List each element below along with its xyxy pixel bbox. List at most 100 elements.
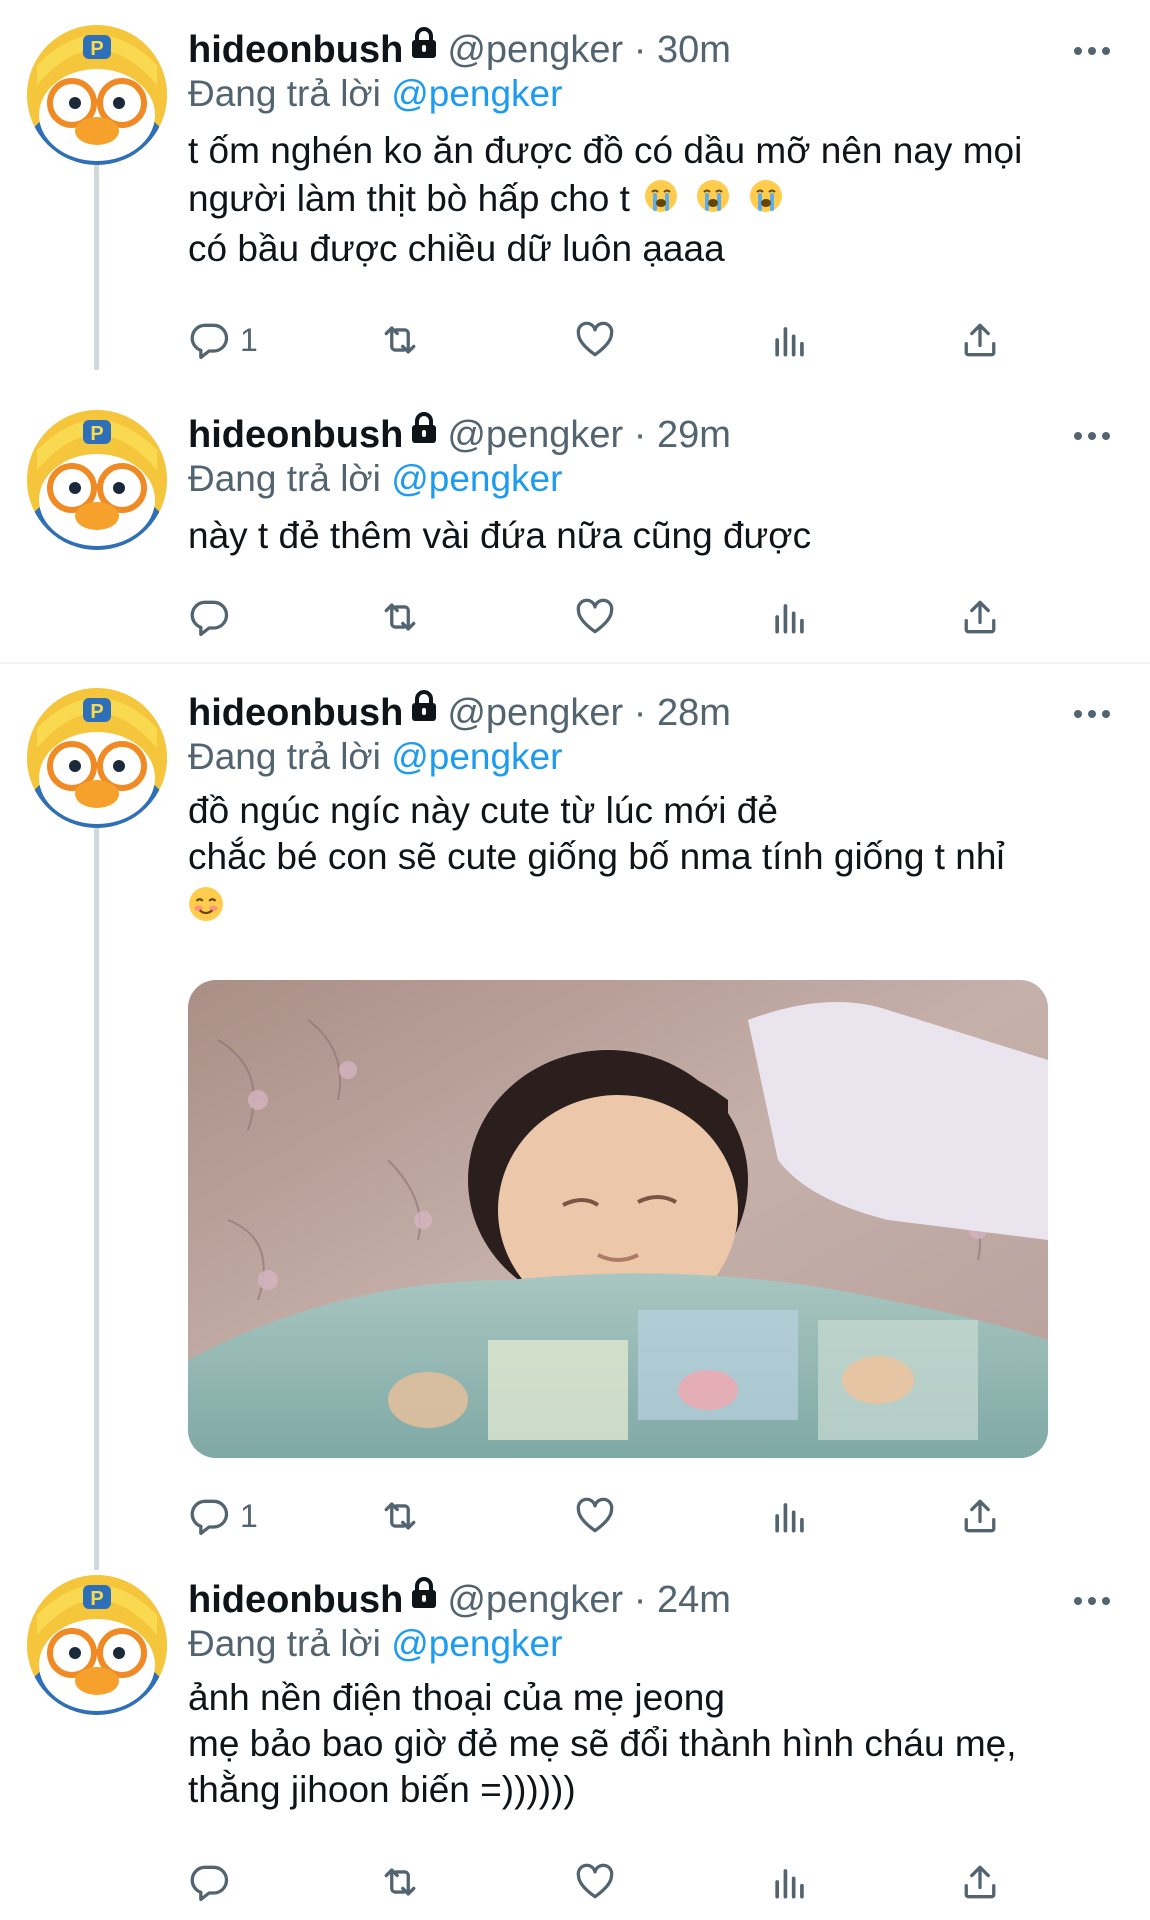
avatar[interactable] (27, 25, 167, 165)
tweet-time[interactable]: 24m (657, 1579, 731, 1621)
display-name[interactable]: hideonbush (188, 29, 403, 71)
user-handle[interactable]: @pengker (447, 692, 623, 734)
tweet-text-line: ảnh nền điện thoại của mẹ jeong (188, 1677, 725, 1718)
reply-icon (188, 318, 232, 362)
retweet-icon (378, 1494, 422, 1538)
separator-dot: · (633, 692, 647, 734)
more-icon[interactable] (1074, 25, 1114, 75)
tweet-photo[interactable] (188, 980, 1048, 1458)
like-button[interactable] (573, 592, 617, 642)
user-handle[interactable]: @pengker (447, 414, 623, 456)
share-icon (958, 1494, 1002, 1538)
separator-dot: · (633, 29, 647, 71)
replying-to: Đang trả lời @pengker (188, 1619, 562, 1669)
retweet-button[interactable] (378, 1491, 422, 1541)
tweet-header: hideonbush @pengker · 28m (188, 688, 731, 738)
reply-button[interactable] (188, 1857, 240, 1907)
tweet-header: hideonbush @pengker · 24m (188, 1575, 731, 1625)
display-name[interactable]: hideonbush (188, 1579, 403, 1621)
tweet-text-line: mẹ bảo bao giờ đẻ mẹ sẽ đổi thành hình c… (188, 1723, 1017, 1764)
like-icon (573, 595, 617, 639)
tweet-text: t ốm nghén ko ăn được đồ có dầu mỡ nên n… (188, 127, 1022, 273)
share-icon (958, 318, 1002, 362)
tweet-header: hideonbush @pengker · 30m (188, 25, 731, 75)
more-icon[interactable] (1074, 1575, 1114, 1625)
views-button[interactable] (768, 592, 812, 642)
retweet-button[interactable] (378, 592, 422, 642)
share-button[interactable] (958, 1857, 1002, 1907)
user-handle[interactable]: @pengker (447, 29, 623, 71)
replying-to: Đang trả lời @pengker (188, 454, 562, 504)
tweet-time[interactable]: 28m (657, 692, 731, 734)
retweet-icon (378, 595, 422, 639)
tweet-actions: 1 (188, 315, 1008, 365)
user-handle[interactable]: @pengker (447, 1579, 623, 1621)
tweet-text: này t đẻ thêm vài đứa nữa cũng được (188, 512, 811, 560)
views-button[interactable] (768, 1857, 812, 1907)
share-button[interactable] (958, 1491, 1002, 1541)
like-button[interactable] (573, 1491, 617, 1541)
replying-to: Đang trả lời @pengker (188, 732, 562, 782)
views-button[interactable] (768, 315, 812, 365)
more-icon[interactable] (1074, 410, 1114, 460)
tweet-text-line (188, 880, 1005, 938)
smiling-face-emoji (188, 886, 224, 933)
tweet-text-line: đồ ngúc ngíc này cute từ lúc mới đẻ (188, 790, 778, 831)
crying-face-emoji (696, 177, 730, 225)
tweet-text-line: chắc bé con sẽ cute giống bố nma tính gi… (188, 836, 1005, 877)
avatar[interactable] (27, 688, 167, 828)
views-button[interactable] (768, 1491, 812, 1541)
like-button[interactable] (573, 315, 617, 365)
replying-to-label: Đang trả lời (188, 458, 381, 499)
retweet-button[interactable] (378, 1857, 422, 1907)
tweet-time[interactable]: 30m (657, 29, 731, 71)
replying-to-link[interactable]: @pengker (391, 458, 562, 499)
views-icon (768, 318, 812, 362)
replying-to-link[interactable]: @pengker (391, 1623, 562, 1664)
reply-button[interactable] (188, 592, 240, 642)
thread-connector (94, 825, 99, 1570)
reply-icon (188, 1860, 232, 1904)
lock-icon (409, 23, 439, 73)
tweet-header: hideonbush @pengker · 29m (188, 410, 731, 460)
retweet-icon (378, 318, 422, 362)
reply-count: 1 (240, 321, 258, 358)
retweet-button[interactable] (378, 315, 422, 365)
tweet-text-line: này t đẻ thêm vài đứa nữa cũng được (188, 515, 812, 556)
tweet-actions (188, 592, 1008, 642)
replying-to-label: Đang trả lời (188, 73, 381, 114)
crying-face-emoji (644, 177, 678, 225)
display-name[interactable]: hideonbush (188, 414, 403, 456)
separator-dot: · (633, 1579, 647, 1621)
replying-to-link[interactable]: @pengker (391, 736, 562, 777)
share-icon (958, 595, 1002, 639)
replying-to-link[interactable]: @pengker (391, 73, 562, 114)
display-name[interactable]: hideonbush (188, 692, 403, 734)
reply-button[interactable]: 1 (188, 315, 258, 365)
reply-button[interactable]: 1 (188, 1491, 258, 1541)
share-button[interactable] (958, 592, 1002, 642)
views-icon (768, 595, 812, 639)
tweet-text-line: người làm thịt bò hấp cho t (188, 175, 1022, 225)
reply-icon (188, 1494, 232, 1538)
like-icon (573, 1860, 617, 1904)
crying-face-emoji (749, 177, 783, 225)
share-button[interactable] (958, 315, 1002, 365)
tweet-text: đồ ngúc ngíc này cute từ lúc mới đẻ chắc… (188, 788, 1005, 938)
tweet-time[interactable]: 29m (657, 414, 731, 456)
avatar[interactable] (27, 410, 167, 550)
like-button[interactable] (573, 1857, 617, 1907)
replying-to: Đang trả lời @pengker (188, 69, 562, 119)
tweet-text-line: thằng jihoon biến =)))))) (188, 1769, 576, 1810)
avatar[interactable] (27, 1575, 167, 1715)
lock-icon (409, 408, 439, 458)
retweet-icon (378, 1860, 422, 1904)
tweet-text-line: t ốm nghén ko ăn được đồ có dầu mỡ nên n… (188, 130, 1023, 171)
more-icon[interactable] (1074, 688, 1114, 738)
views-icon (768, 1494, 812, 1538)
tweet-actions: 1 (188, 1491, 1008, 1541)
sleeping-baby-photo (188, 980, 1048, 1458)
thread-connector (94, 165, 99, 370)
reply-count: 1 (240, 1497, 258, 1534)
views-icon (768, 1860, 812, 1904)
